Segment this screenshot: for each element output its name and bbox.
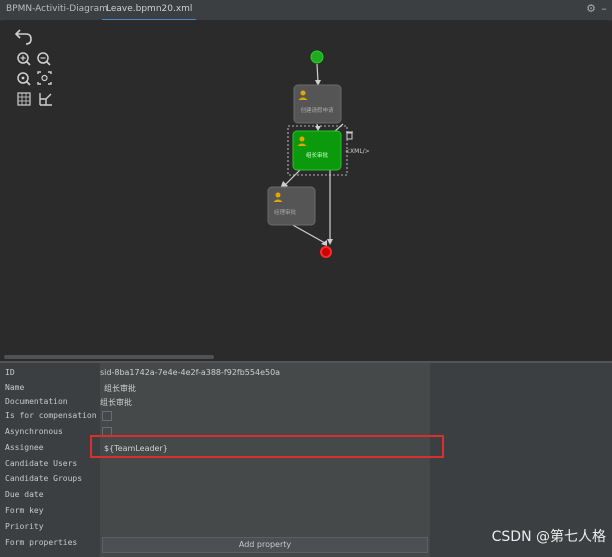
- prop-label-documentation: Documentation: [5, 397, 68, 406]
- task2-label: 组长审批: [306, 151, 329, 159]
- minimize-icon[interactable]: –: [598, 3, 610, 15]
- delete-icon[interactable]: [346, 131, 353, 140]
- zoom-in-icon[interactable]: [17, 52, 31, 66]
- gear-icon[interactable]: ⚙: [585, 3, 597, 15]
- undo-icon[interactable]: [14, 29, 32, 45]
- prop-value-id[interactable]: sid-8ba1742a-7e4e-4e2f-a388-f92fb554e50a: [100, 366, 430, 380]
- assignee-highlight-box: [90, 435, 444, 458]
- prop-label-asynchronous: Asynchronous: [5, 427, 63, 436]
- compensation-checkbox[interactable]: [102, 411, 112, 421]
- prop-label-due-date: Due date: [5, 490, 44, 499]
- prop-label-assignee: Assignee: [5, 443, 44, 452]
- prop-label-priority: Priority: [5, 522, 44, 531]
- user-task-manager[interactable]: 经理审批: [267, 186, 316, 226]
- prop-label-id: ID: [5, 368, 15, 377]
- watermark: CSDN @第七人格: [491, 529, 606, 545]
- end-event[interactable]: [320, 246, 332, 258]
- start-event[interactable]: [310, 50, 324, 64]
- prop-value-name[interactable]: 组长审批: [104, 382, 430, 396]
- prop-label-name: Name: [5, 383, 25, 392]
- properties-scrollbar[interactable]: [433, 365, 441, 555]
- layout-icon[interactable]: [39, 93, 52, 106]
- xml-label[interactable]: <XML/>: [345, 148, 370, 155]
- fit-icon[interactable]: [37, 71, 52, 85]
- prop-label-candidate-users: Candidate Users: [5, 459, 78, 468]
- zoom-reset-icon[interactable]: [17, 72, 31, 86]
- zoom-out-icon[interactable]: [37, 52, 51, 66]
- tab-leave-xml[interactable]: Leave.bpmn20.xml: [102, 0, 197, 21]
- task3-label: 经理审批: [274, 208, 297, 216]
- user-task-create-leave[interactable]: 创建请假申请: [293, 84, 342, 124]
- grid-icon[interactable]: [17, 92, 31, 106]
- prop-label-compensation: Is for compensation: [5, 411, 97, 420]
- prop-label-form-properties: Form properties: [5, 538, 78, 547]
- tab-bpmn-diagram[interactable]: BPMN-Activiti-Diagram: [2, 0, 112, 19]
- prop-label-candidate-groups: Candidate Groups: [5, 474, 83, 483]
- add-property-button[interactable]: Add property: [102, 537, 428, 553]
- diagram-svg: 创建请假申请 组长审批 <XML/> 经理审批: [14, 29, 370, 258]
- prop-value-documentation[interactable]: 组长审批: [100, 396, 430, 410]
- user-task-team-leader[interactable]: 组长审批: [287, 125, 348, 176]
- task1-label: 创建请假申请: [300, 106, 334, 114]
- diagram-canvas[interactable]: 创建请假申请 组长审批 <XML/> 经理审批: [4, 20, 608, 354]
- tab-bar: BPMN-Activiti-Diagram Leave.bpmn20.xml ⚙…: [0, 0, 612, 21]
- prop-label-form-key: Form key: [5, 506, 44, 515]
- horizontal-scrollbar[interactable]: [4, 354, 608, 360]
- scroll-thumb[interactable]: [4, 355, 214, 359]
